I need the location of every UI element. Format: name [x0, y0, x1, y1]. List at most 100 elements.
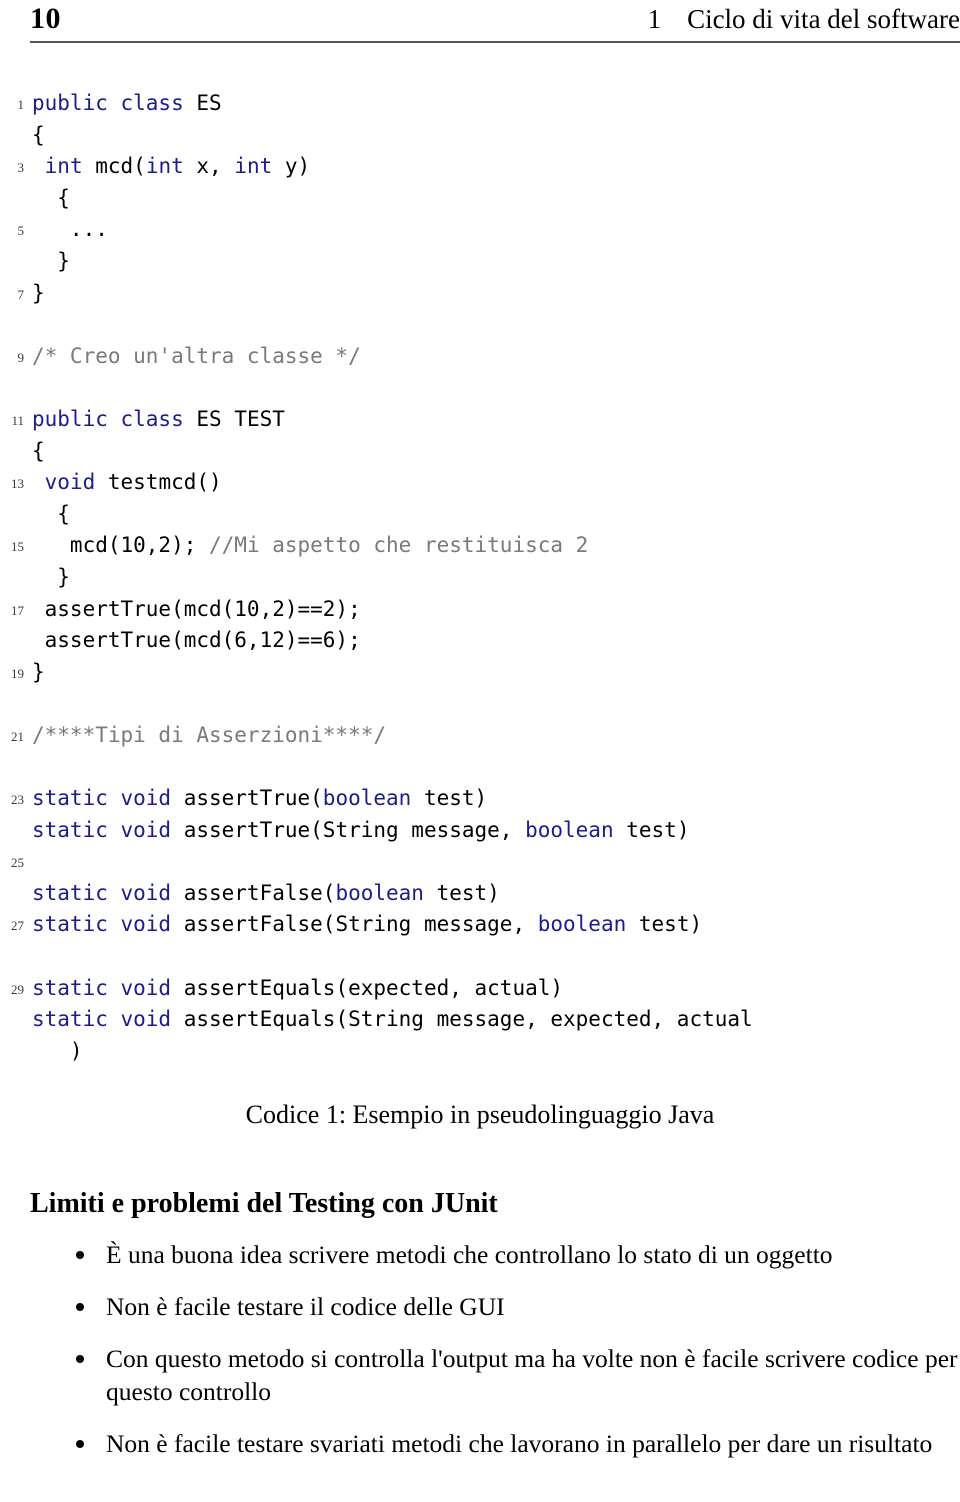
code-token-kw: int	[234, 154, 273, 179]
code-line: 11 public class ES TEST	[0, 404, 960, 436]
code-token-pln: }	[32, 659, 45, 684]
code-line-text: assertTrue(mcd(6,12)==6);	[32, 625, 361, 657]
code-line-number: 27	[11, 918, 24, 934]
code-token-pln: ...	[32, 217, 108, 242]
code-token-pln: testmcd()	[95, 470, 222, 495]
code-token-kw: static void	[32, 1007, 172, 1032]
code-line-number: 3	[17, 160, 25, 176]
list-item: Con questo metodo si controlla l'output …	[72, 1342, 960, 1408]
code-token-pln: }	[32, 248, 70, 273]
code-line: 15 mcd(10,2); //Mi aspetto che restituis…	[0, 530, 960, 562]
code-line-text: public class ES TEST	[32, 404, 285, 436]
list-item: Non è facile testare il codice delle GUI	[72, 1290, 960, 1323]
chapter-title: Ciclo di vita del software	[687, 4, 960, 34]
running-head: 1 Ciclo di vita del software	[648, 0, 960, 38]
list-item: Non è facile testare svariati metodi che…	[72, 1427, 960, 1460]
code-line-text: static void assertFalse(String message, …	[32, 909, 702, 941]
code-token-pln: assertTrue(	[171, 786, 323, 811]
list-item-text: Non è facile testare il codice delle GUI	[106, 1292, 505, 1321]
code-line-text: )	[32, 1036, 83, 1068]
code-token-pln: x,	[183, 154, 235, 179]
code-line-text: /* Creo un'altra classe */	[32, 341, 361, 373]
code-line-number: 9	[17, 349, 25, 365]
code-token-cmt: /****Tipi di Asserzioni****/	[32, 722, 387, 747]
code-token-pln: assertTrue(mcd(6,12)==6);	[32, 628, 361, 653]
code-token-kw: static void	[32, 880, 172, 905]
code-line-number: 19	[11, 665, 24, 681]
code-line: 9 /* Creo un'altra classe */	[0, 341, 960, 373]
code-line: 7}	[0, 278, 960, 310]
code-line-text: mcd(10,2); //Mi aspetto che restituisca …	[32, 530, 588, 562]
code-token-pln: }	[32, 280, 45, 305]
code-token-pln: assertFalse(	[171, 880, 336, 905]
code-line: 17 assertTrue(mcd(10,2)==2);	[0, 594, 960, 626]
listing-caption: Codice 1: Esempio in pseudolinguaggio Ja…	[245, 1100, 715, 1129]
page-number: 10	[30, 2, 61, 35]
list-item-text: Non è facile testare svariati metodi che…	[106, 1429, 933, 1458]
code-line-text: static void assertEquals(String message,…	[32, 1004, 753, 1036]
code-token-kw: static void	[32, 912, 172, 937]
code-token-kw: int	[44, 154, 83, 179]
code-line: }	[0, 246, 960, 278]
code-line: {	[0, 183, 960, 215]
code-token-pln: assertFalse(String message,	[171, 912, 538, 937]
code-token-kw: boolean	[525, 817, 614, 842]
code-line: 27 static void assertFalse(String message…	[0, 909, 960, 941]
code-token-kw: static void	[32, 817, 172, 842]
code-token-cmt: /* Creo un'altra classe */	[32, 343, 361, 368]
code-line-text: void testmcd()	[32, 467, 222, 499]
code-line-text: int mcd(int x, int y)	[32, 151, 311, 183]
code-line-number: 11	[11, 412, 24, 428]
code-line: {	[0, 436, 960, 468]
code-token-kw: void	[44, 470, 96, 495]
code-line-text: assertTrue(mcd(10,2)==2);	[32, 594, 361, 626]
code-line-number: 17	[11, 602, 24, 618]
code-token-kw: boolean	[537, 912, 627, 937]
list-item-text: Con questo metodo si controlla l'output …	[106, 1344, 958, 1406]
code-token-pln: mcd(10,2);	[32, 533, 210, 558]
code-line: 13 void testmcd()	[0, 467, 960, 499]
code-line-text: static void assertEquals(expected, actua…	[32, 973, 563, 1005]
bullet-dot-icon	[76, 1251, 84, 1259]
code-line-number: 23	[11, 792, 24, 808]
code-line-text: {	[32, 120, 45, 152]
code-token-pln: {	[32, 438, 45, 463]
bullet-dot-icon	[76, 1303, 84, 1311]
bullet-list: È una buona idea scrivere metodi che con…	[72, 1238, 960, 1479]
code-line-number: 25	[11, 855, 24, 871]
code-line-number: 1	[17, 97, 25, 112]
code-token-kw: int	[145, 154, 184, 179]
code-line: assertTrue(mcd(6,12)==6);	[0, 625, 960, 657]
code-line-text: static void assertTrue(String message, b…	[32, 815, 689, 847]
code-token-pln: {	[32, 501, 70, 526]
code-line-text: {	[32, 499, 70, 531]
code-token-cmt: //Mi aspetto che restituisca 2	[209, 533, 589, 558]
code-token-pln: assertTrue(String message,	[171, 817, 526, 842]
code-line: {	[0, 499, 960, 531]
code-line-text: }	[32, 562, 70, 594]
code-token-pln: y)	[272, 154, 311, 179]
code-line: 23 static void assertTrue(boolean test)	[0, 783, 960, 815]
code-line-text: {	[32, 436, 45, 468]
code-line: }	[0, 562, 960, 594]
code-token-pln	[32, 154, 45, 178]
code-line: 3 int mcd(int x, int y)	[0, 151, 960, 183]
code-token-pln: ES	[196, 91, 222, 115]
code-line-text: public class ES	[32, 88, 222, 120]
code-token-pln	[32, 470, 45, 494]
list-item-text: È una buona idea scrivere metodi che con…	[106, 1240, 833, 1269]
code-token-kw: static void	[32, 786, 172, 811]
chapter-number: 1	[647, 4, 662, 34]
code-line-text: }	[32, 246, 70, 278]
code-line: 1 public class ES	[0, 88, 960, 120]
code-line-number: 7	[17, 286, 25, 302]
code-token-kw: boolean	[335, 880, 424, 905]
code-line-text: }	[32, 278, 45, 310]
code-token-pln: assertEquals(expected, actual)	[171, 975, 564, 1000]
bullet-dot-icon	[76, 1355, 84, 1363]
code-token-pln: test)	[423, 880, 500, 905]
